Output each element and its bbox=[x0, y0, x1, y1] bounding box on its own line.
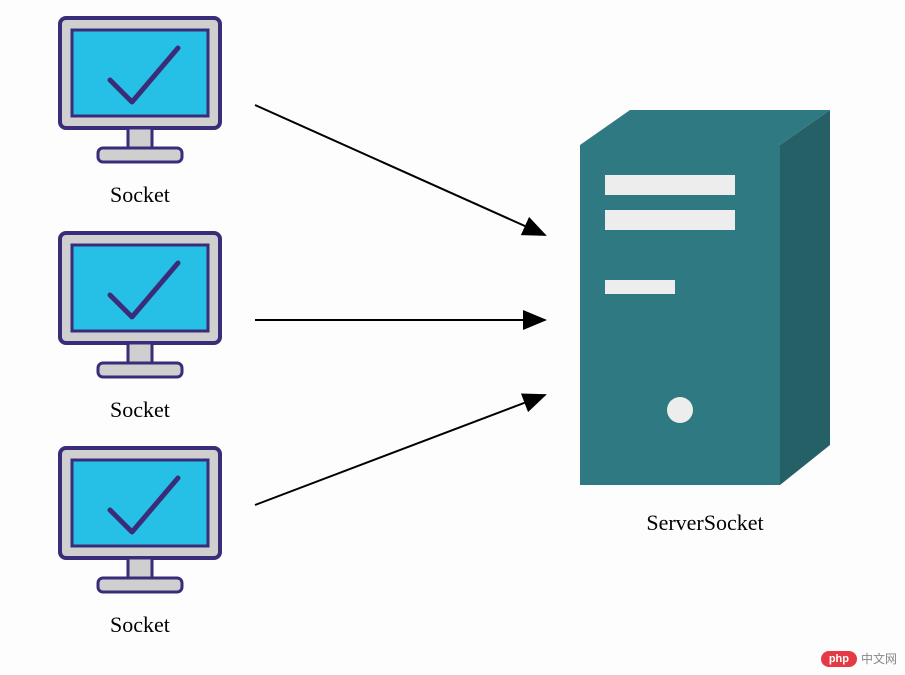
server-icon bbox=[560, 105, 850, 495]
watermark-pill: php bbox=[821, 651, 857, 667]
server-label: ServerSocket bbox=[560, 510, 850, 536]
watermark-text: 中文网 bbox=[861, 650, 897, 667]
monitor-icon bbox=[50, 440, 230, 605]
watermark: php 中文网 bbox=[821, 650, 897, 667]
client-node-1: Socket bbox=[50, 10, 230, 208]
client-node-2: Socket bbox=[50, 225, 230, 423]
arrow-1 bbox=[255, 105, 545, 235]
client-label-1: Socket bbox=[50, 182, 230, 208]
monitor-icon bbox=[50, 225, 230, 390]
monitor-icon bbox=[50, 10, 230, 175]
client-server-diagram: Socket Socket Socket bbox=[0, 0, 905, 675]
client-node-3: Socket bbox=[50, 440, 230, 638]
client-label-2: Socket bbox=[50, 397, 230, 423]
arrow-3 bbox=[255, 395, 545, 505]
client-label-3: Socket bbox=[50, 612, 230, 638]
server-node: ServerSocket bbox=[560, 105, 850, 536]
